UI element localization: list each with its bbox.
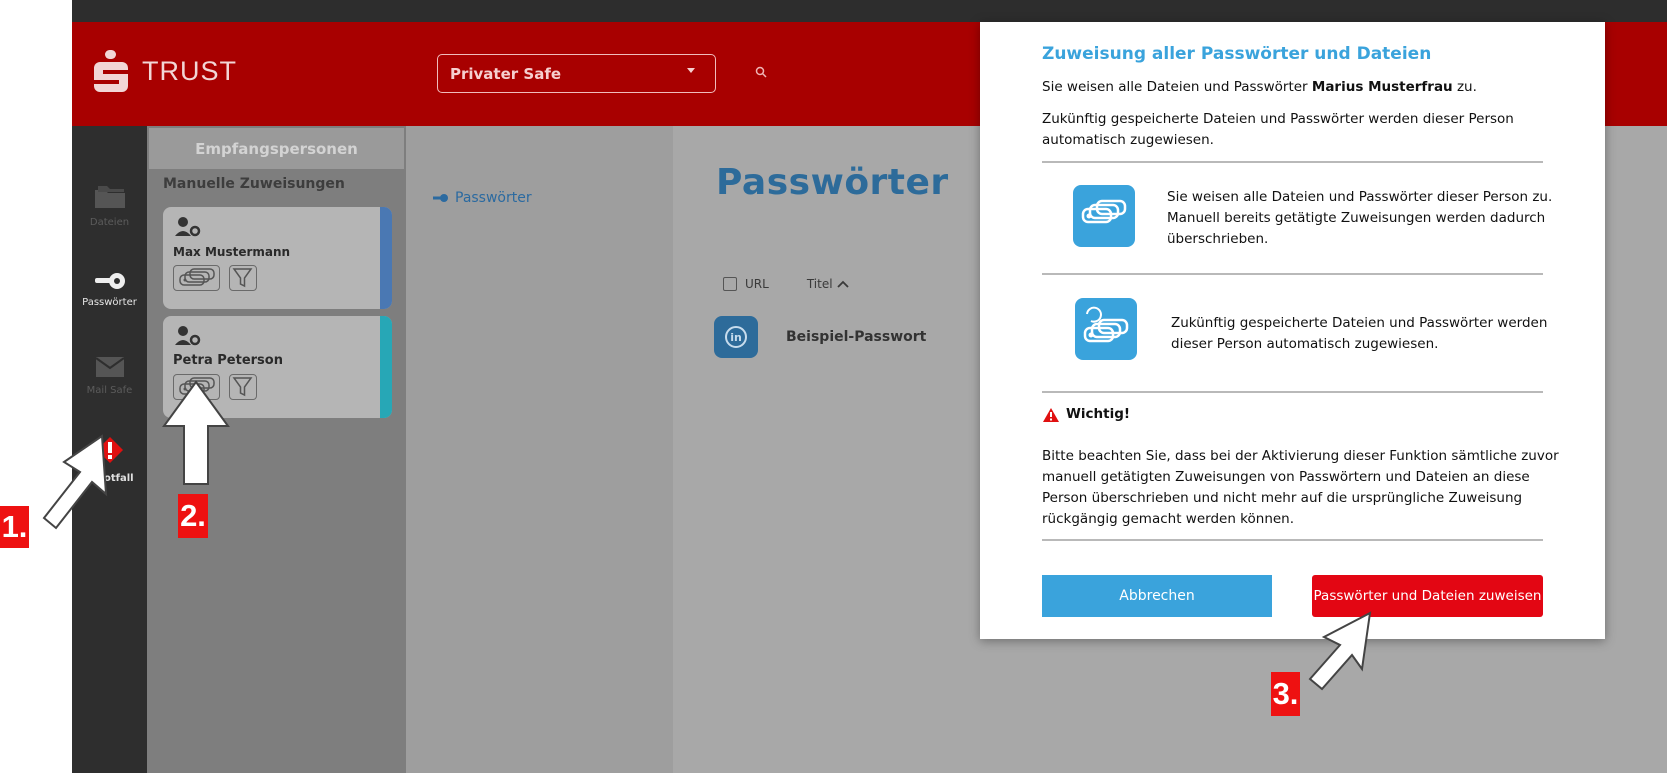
warning-heading: Wichtig!: [1042, 404, 1130, 425]
option-line: überschrieben.: [1167, 231, 1269, 247]
safe-select-value: Privater Safe: [450, 64, 562, 83]
step-marker-2: 2.: [178, 494, 208, 538]
sidebar-item-dateien[interactable]: Dateien: [72, 184, 147, 228]
option-line: Zukünftig gespeicherte Dateien und Passw…: [1171, 315, 1548, 331]
logo-text: TRUST: [142, 55, 237, 86]
window-top-bar: [72, 0, 1667, 22]
recipient-color-stripe: [380, 207, 392, 309]
sidebar-item-label: Mail Safe: [86, 385, 133, 396]
pointer-arrow-icon: [42, 434, 108, 530]
warning-icon: [1043, 407, 1059, 422]
warning-line: Bitte beachten Sie, dass bei der Aktivie…: [1042, 448, 1559, 464]
filter-button[interactable]: [229, 374, 257, 400]
modal-future-line: Zukünftig gespeicherte Dateien und Passw…: [1042, 111, 1514, 127]
recipient-card-max[interactable]: Max Mustermann: [163, 207, 392, 309]
auto-assign-icon: [1075, 298, 1137, 360]
pointer-arrow-icon: [162, 380, 230, 485]
sidebar-item-label: Dateien: [89, 217, 130, 228]
app-logo[interactable]: TRUST: [94, 50, 237, 92]
option-line: dieser Person automatisch zugewiesen.: [1171, 336, 1439, 352]
modal-future-text: Zukünftig gespeicherte Dateien und Passw…: [1042, 109, 1514, 151]
warning-line: manuell getätigten Zuweisungen von Passw…: [1042, 469, 1530, 485]
password-tags-icon: [179, 268, 215, 286]
recipient-name: Petra Peterson: [173, 353, 283, 368]
breadcrumb-label: Passwörter: [455, 190, 532, 206]
column-header-title[interactable]: Titel: [807, 277, 833, 291]
option-assign-all-text: Sie weisen alle Dateien und Passwörter d…: [1167, 187, 1552, 250]
sidebar-item-label: Passwörter: [82, 297, 137, 308]
linkedin-icon-text: in: [725, 326, 747, 348]
manual-assignments-heading: Manuelle Zuweisungen: [163, 176, 345, 192]
step-marker-3: 3.: [1271, 672, 1300, 716]
breadcrumb-column: [406, 126, 673, 773]
sidebar-item-mail-safe[interactable]: Mail Safe: [72, 356, 147, 396]
chevron-up-icon[interactable]: [836, 280, 849, 288]
assignee-name: Marius Musterfrau: [1311, 79, 1453, 95]
recipient-name: Max Mustermann: [173, 245, 291, 259]
warning-text: Bitte beachten Sie, dass bei der Aktivie…: [1042, 446, 1559, 530]
modal-future-line: automatisch zugewiesen.: [1042, 132, 1214, 148]
column-header-url[interactable]: URL: [745, 277, 769, 291]
user-settings-icon: [175, 326, 201, 346]
row-title: Beispiel-Passwort: [786, 329, 927, 345]
key-icon: [94, 273, 125, 289]
screenshot-stage: TRUST Privater Safe Dateien Passwörter M…: [0, 0, 1667, 773]
divider: [1042, 161, 1543, 163]
table-header: URL Titel: [723, 277, 849, 291]
modal-intro-suffix: zu.: [1452, 79, 1477, 95]
warning-line: rückgängig gemacht werden können.: [1042, 511, 1295, 527]
assign-all-icon: [1073, 185, 1135, 247]
recipients-panel-title: Empfangspersonen: [149, 128, 404, 169]
assign-passwords-button[interactable]: [173, 265, 220, 291]
page-title: Passwörter: [716, 162, 949, 203]
option-auto-assign-text: Zukünftig gespeicherte Dateien und Passw…: [1171, 313, 1547, 355]
folder-icon: [94, 186, 125, 208]
search-icon[interactable]: [755, 66, 767, 78]
cancel-button[interactable]: Abbrechen: [1042, 575, 1272, 617]
pointer-arrow-icon: [1308, 611, 1372, 691]
option-line: Sie weisen alle Dateien und Passwörter d…: [1167, 189, 1553, 205]
safe-select[interactable]: Privater Safe: [437, 54, 716, 93]
option-line: Manuell bereits getätigte Zuweisungen we…: [1167, 210, 1546, 226]
recipient-color-stripe: [380, 316, 392, 418]
modal-intro-text: Sie weisen alle Dateien und Passwörter: [1042, 79, 1312, 95]
divider: [1042, 273, 1543, 275]
sparkasse-logo-icon: [94, 50, 128, 92]
key-icon: [433, 194, 448, 202]
divider: [1042, 539, 1543, 541]
step-marker-1: 1.: [0, 506, 29, 548]
linkedin-icon: in: [714, 316, 758, 358]
filter-icon: [232, 377, 253, 397]
password-tags-refresh-icon: [1083, 306, 1129, 343]
chevron-down-icon: [687, 68, 695, 73]
filter-icon: [232, 268, 253, 288]
divider: [1042, 391, 1543, 393]
table-row[interactable]: in Beispiel-Passwort: [714, 316, 926, 358]
select-all-checkbox[interactable]: [723, 277, 737, 291]
sidebar-item-passwoerter[interactable]: Passwörter: [72, 272, 147, 308]
user-settings-icon: [175, 217, 201, 237]
breadcrumb[interactable]: Passwörter: [433, 190, 532, 206]
warning-title: Wichtig!: [1066, 406, 1131, 422]
password-tags-icon: [1081, 199, 1127, 224]
modal-title: Zuweisung aller Passwörter und Dateien: [1042, 44, 1432, 64]
filter-button[interactable]: [229, 265, 257, 291]
modal-intro: Sie weisen alle Dateien und Passwörter M…: [1042, 77, 1477, 98]
warning-line: Person überschrieben und nicht mehr auf …: [1042, 490, 1523, 506]
mail-icon: [94, 357, 125, 377]
